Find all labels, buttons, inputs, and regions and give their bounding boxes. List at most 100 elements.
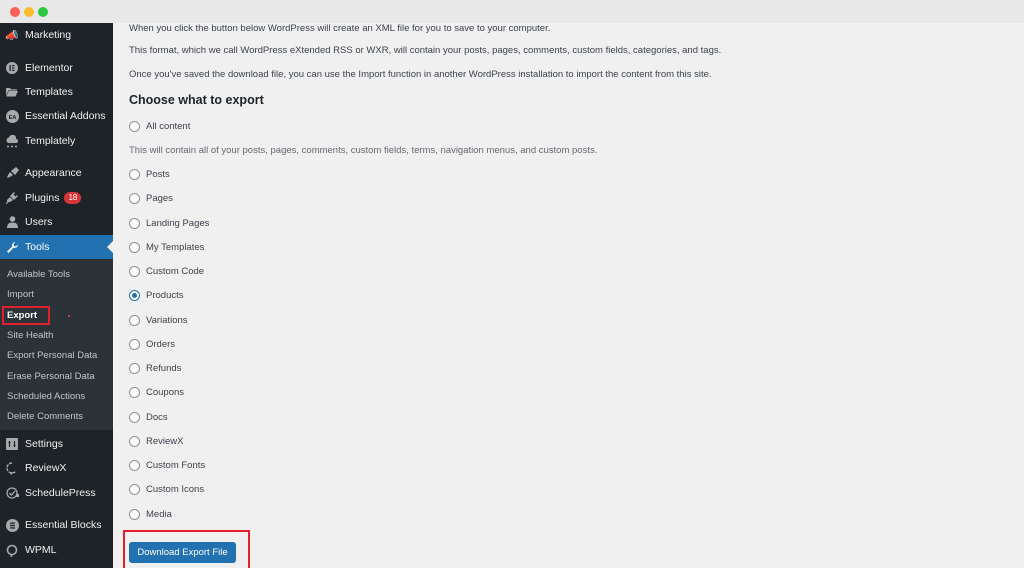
radio-button[interactable]: [129, 290, 140, 302]
option-orders[interactable]: Orders: [129, 338, 175, 350]
option-variations[interactable]: Variations: [129, 314, 188, 326]
option-custom-icons[interactable]: Custom Icons: [129, 484, 205, 496]
option-all-content[interactable]: All content: [129, 121, 190, 132]
sidebar-item-wpml[interactable]: WPML: [0, 538, 113, 562]
download-export-file-button[interactable]: Download Export File: [129, 542, 236, 563]
sidebar-item-label: Templately: [25, 135, 76, 147]
option-docs[interactable]: Docs: [129, 411, 168, 423]
export-highlight-box: [2, 306, 50, 325]
sidebar-item-templates[interactable]: Templates: [0, 80, 113, 104]
radio-button[interactable]: [129, 363, 140, 374]
option-label: Coupons: [146, 387, 185, 399]
radio-button[interactable]: [129, 484, 140, 496]
page-heading: Choose what to export: [129, 93, 264, 107]
radio-button[interactable]: [129, 314, 140, 326]
sidebar-item-label: Appearance: [25, 167, 82, 179]
option-label: Variations: [146, 314, 188, 326]
radio-button[interactable]: [129, 387, 140, 399]
submenu-item-available-tools[interactable]: Available Tools: [7, 269, 70, 280]
sidebar-item-label: SchedulePress: [25, 487, 96, 499]
sidebar-item-label: Essential Addons: [25, 110, 106, 122]
wrench-icon: [5, 240, 19, 254]
option-label: Landing Pages: [146, 217, 210, 229]
elementor-icon: [5, 61, 19, 75]
option-coupons[interactable]: Coupons: [129, 387, 185, 399]
radio-button[interactable]: [129, 338, 140, 350]
sidebar-item-marketing[interactable]: 📣 Marketing: [0, 23, 113, 47]
submenu-item-erase-personal-data[interactable]: Erase Personal Data: [7, 371, 95, 382]
radio-button[interactable]: [129, 266, 140, 277]
submenu-item-import[interactable]: Import: [7, 289, 34, 300]
radio-button[interactable]: [129, 169, 140, 180]
option-reviewx[interactable]: ReviewX: [129, 435, 184, 447]
option-custom-fonts[interactable]: Custom Fonts: [129, 460, 205, 471]
radio-button[interactable]: [129, 411, 140, 423]
sidebar-item-essential-addons[interactable]: EA Essential Addons: [0, 104, 113, 128]
folder-icon: [5, 85, 19, 99]
ea-icon: EA: [5, 109, 19, 123]
option-label: All content: [146, 121, 191, 132]
option-label: Media: [146, 508, 172, 520]
all-content-description: This will contain all of your posts, pag…: [129, 145, 598, 156]
intro-paragraph-1: When you click the button below WordPres…: [129, 23, 551, 34]
submenu-item-site-health[interactable]: Site Health: [7, 330, 53, 341]
wpml-icon: [5, 543, 19, 557]
blocks-icon: [5, 518, 19, 532]
sidebar-item-templately[interactable]: Templately: [0, 129, 113, 153]
close-window-button[interactable]: [10, 7, 20, 17]
option-landing-pages[interactable]: Landing Pages: [129, 217, 210, 229]
sidebar-item-label: Essential Blocks: [25, 519, 102, 531]
window-titlebar: [0, 0, 1024, 23]
radio-button[interactable]: [129, 241, 140, 253]
active-menu-arrow: [107, 241, 113, 253]
submenu-item-delete-comments[interactable]: Delete Comments: [7, 411, 83, 422]
minimize-window-button[interactable]: [24, 7, 34, 17]
option-label: Posts: [146, 169, 170, 180]
sidebar-item-settings[interactable]: Settings: [0, 432, 113, 456]
sidebar-item-users[interactable]: Users: [0, 210, 113, 234]
radio-button[interactable]: [129, 121, 140, 132]
option-refunds[interactable]: Refunds: [129, 363, 181, 374]
option-label: Docs: [146, 411, 168, 423]
sidebar-item-schedulepress[interactable]: SchedulePress: [0, 481, 113, 505]
plugins-update-badge: 18: [64, 192, 82, 204]
sidebar-item-label: Marketing: [25, 29, 72, 41]
option-label: Custom Icons: [146, 484, 205, 496]
sidebar-item-label: Plugins: [25, 192, 60, 204]
radio-button[interactable]: [129, 460, 140, 471]
radio-button[interactable]: [129, 193, 140, 205]
option-label: Refunds: [146, 363, 182, 374]
submenu-item-export-personal-data[interactable]: Export Personal Data: [7, 350, 97, 361]
option-my-templates[interactable]: My Templates: [129, 241, 205, 253]
option-posts[interactable]: Posts: [129, 169, 170, 180]
reviewx-icon: [5, 461, 19, 475]
option-custom-code[interactable]: Custom Code: [129, 266, 204, 277]
option-products[interactable]: Products: [129, 290, 184, 302]
sidebar-item-tools[interactable]: Tools: [0, 235, 113, 259]
submenu-item-scheduled-actions[interactable]: Scheduled Actions: [7, 391, 85, 402]
sidebar-item-essential-blocks[interactable]: Essential Blocks: [0, 513, 113, 537]
plug-icon: [5, 191, 19, 205]
sidebar-item-label: Templates: [25, 86, 73, 98]
paintbrush-icon: [5, 166, 19, 180]
option-pages[interactable]: Pages: [129, 193, 173, 205]
tools-submenu: Available Tools Import Export Site Healt…: [0, 259, 113, 430]
option-media[interactable]: Media: [129, 508, 172, 520]
maximize-window-button[interactable]: [38, 7, 48, 17]
annotation-dot: [68, 315, 70, 317]
option-label: ReviewX: [146, 435, 184, 447]
sidebar-item-reviewx[interactable]: ReviewX: [0, 456, 113, 480]
sidebar-item-appearance[interactable]: Appearance: [0, 161, 113, 185]
sidebar-item-elementor[interactable]: Elementor: [0, 56, 113, 80]
option-label: My Templates: [146, 241, 205, 253]
option-label: Custom Code: [146, 266, 205, 277]
radio-button[interactable]: [129, 217, 140, 229]
sidebar-item-plugins[interactable]: Plugins 18: [0, 186, 113, 210]
cloud-icon: [5, 134, 19, 148]
radio-button[interactable]: [129, 508, 140, 520]
radio-button[interactable]: [129, 435, 140, 447]
sidebar-item-label: Settings: [25, 438, 63, 450]
sidebar-item-label: Elementor: [25, 62, 73, 74]
option-label: Custom Fonts: [146, 460, 206, 471]
option-label: Pages: [146, 193, 173, 205]
